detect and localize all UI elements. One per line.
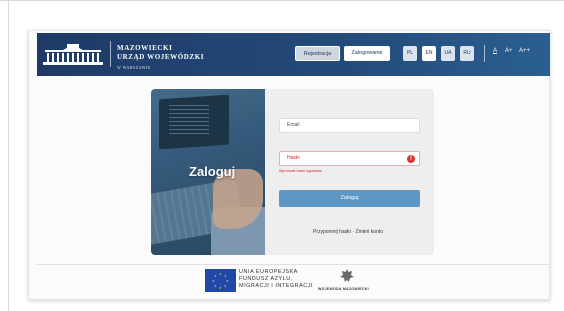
lang-ua-button[interactable]: UA xyxy=(441,46,455,61)
logo-line-1: MAZOWIECKI xyxy=(117,44,173,52)
eu-line-1: UNIA EUROPEJSKA xyxy=(239,269,298,275)
eagle-emblem-icon xyxy=(340,269,354,282)
login-image-title: Zaloguj xyxy=(189,164,236,179)
forgot-password-links[interactable]: Przypomnij hasło · Zmień konto xyxy=(313,229,383,235)
emblem-label: WOJEWODA MAZOWIECKI xyxy=(318,287,369,291)
footer-divider xyxy=(37,264,550,265)
site-header: MAZOWIECKI URZĄD WOJEWÓDZKI W WARSZAWIE … xyxy=(37,33,550,76)
font-size-large-button[interactable]: A+ xyxy=(505,48,513,54)
font-size-xlarge-button[interactable]: A++ xyxy=(519,48,530,54)
left-border xyxy=(8,0,9,311)
password-field[interactable]: Hasło ! xyxy=(279,151,420,166)
laptop-photo: Zaloguj xyxy=(151,89,265,255)
logo-line-2: URZĄD WOJEWÓDZKI xyxy=(117,53,205,61)
eu-flag-icon: ★ ★ ★ ★ ★ ★ ★ ★ xyxy=(205,269,236,292)
font-size-divider xyxy=(484,45,485,62)
eu-line-3: MIGRACJI I INTEGRACJI xyxy=(239,283,314,289)
top-border xyxy=(0,0,564,1)
font-size-normal-button[interactable]: A xyxy=(493,48,497,54)
password-placeholder: Hasło xyxy=(287,155,300,161)
eu-line-2: FUNDUSZ AZYLU, xyxy=(239,276,293,282)
lang-pl-button[interactable]: PL xyxy=(403,46,417,61)
laptop-screen-lines xyxy=(169,105,209,135)
lang-ru-button[interactable]: RU xyxy=(460,46,474,61)
login-card: Zaloguj Email Hasło ! Wprowadź hasło log… xyxy=(151,89,434,255)
submit-login-button[interactable]: Zaloguj xyxy=(279,190,420,207)
email-field[interactable]: Email xyxy=(279,118,420,133)
building-logo-icon[interactable] xyxy=(43,42,103,66)
logo-text[interactable]: MAZOWIECKI URZĄD WOJEWÓDZKI W WARSZAWIE xyxy=(117,44,204,70)
logo-line-3: W WARSZAWIE xyxy=(117,65,151,70)
register-button[interactable]: Rejestracja xyxy=(295,46,340,61)
login-button[interactable]: Zalogowanie xyxy=(344,46,390,61)
lang-en-button[interactable]: EN xyxy=(422,46,436,61)
logo-divider xyxy=(110,41,111,67)
eu-fund-text: UNIA EUROPEJSKA FUNDUSZ AZYLU, MIGRACJI … xyxy=(239,269,313,290)
error-icon: ! xyxy=(407,155,415,163)
password-error-message: Wprowadź hasło logowania xyxy=(279,169,322,173)
